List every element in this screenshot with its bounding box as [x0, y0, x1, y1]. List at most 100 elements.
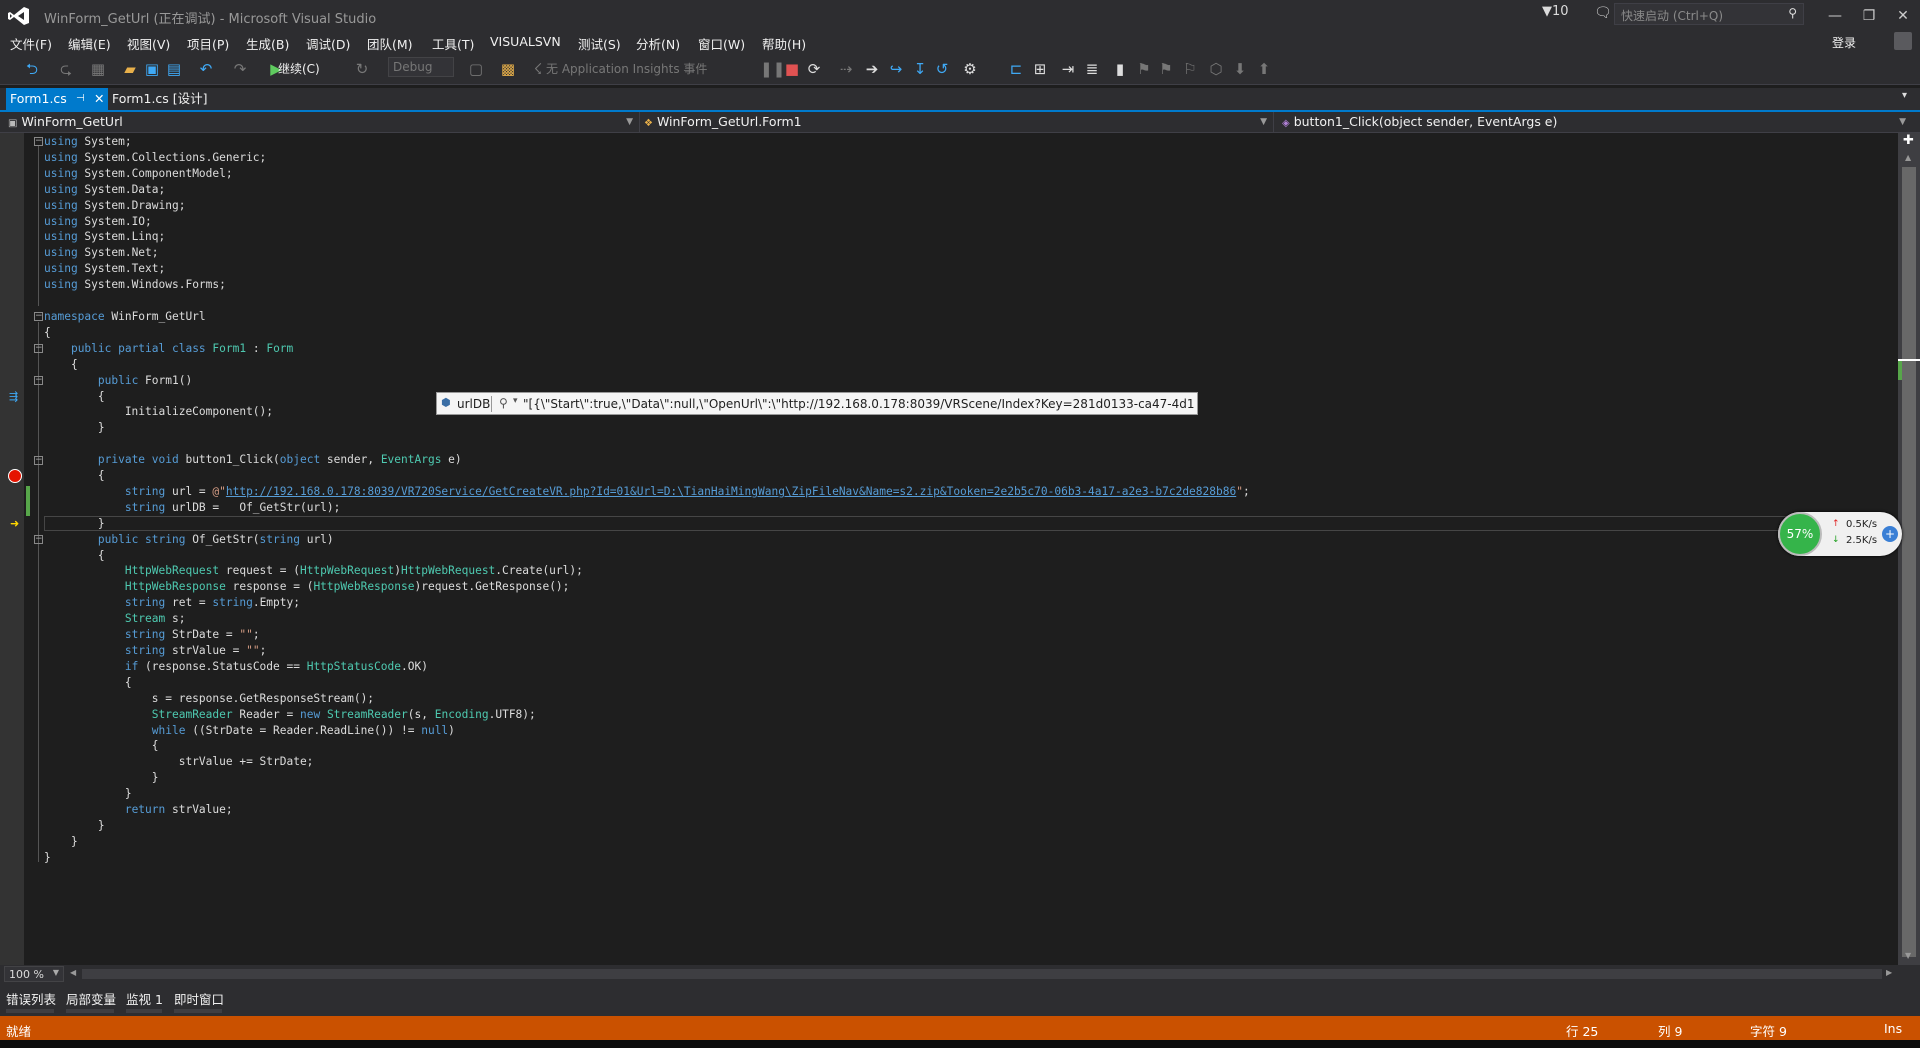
collapse-icon[interactable]: −	[34, 376, 43, 385]
open-file-icon[interactable]: ▰	[120, 60, 140, 78]
code-line[interactable]: Stream s;	[44, 611, 1250, 627]
back-icon[interactable]: ⮌	[22, 60, 42, 78]
code-line[interactable]: public string Of_GetStr(string url)	[44, 532, 1250, 548]
quick-launch-input[interactable]: 快速启动 (Ctrl+Q) ⚲	[1614, 3, 1804, 25]
sign-in-link[interactable]: 登录	[1832, 34, 1856, 51]
code-line[interactable]	[44, 436, 1250, 452]
code-line[interactable]: while ((StrDate = Reader.ReadLine()) != …	[44, 723, 1250, 739]
tab-overflow-icon[interactable]: ▾	[1902, 90, 1907, 101]
menu-build[interactable]: 生成(B)	[246, 34, 289, 53]
layout-icon[interactable]: ⊞	[1030, 60, 1050, 78]
code-line[interactable]: {	[44, 468, 1250, 484]
code-line[interactable]: using System.ComponentModel;	[44, 166, 1250, 182]
menu-visualsvn[interactable]: VISUALSVN	[490, 34, 561, 49]
minimize-button[interactable]: —	[1818, 4, 1852, 28]
save-icon[interactable]: ▣	[142, 60, 162, 78]
attach-icon[interactable]: ▢	[466, 60, 486, 78]
code-line[interactable]: {	[44, 325, 1250, 341]
step-back-icon[interactable]: ↺	[932, 60, 952, 78]
vertical-scrollbar[interactable]: ✚ ▲ ▼	[1898, 133, 1920, 965]
breakpoint-icon[interactable]	[8, 469, 22, 483]
menu-edit[interactable]: 编辑(E)	[68, 34, 111, 53]
menu-project[interactable]: 项目(P)	[187, 34, 229, 53]
project-dropdown[interactable]: ▣ WinForm_GetUrl ▼	[8, 112, 640, 132]
bookmark-icon[interactable]: ▮	[1110, 60, 1130, 78]
code-line[interactable]: }	[44, 420, 1250, 436]
menu-tools[interactable]: 工具(T)	[432, 34, 474, 53]
menu-view[interactable]: 视图(V)	[127, 34, 170, 53]
code-line[interactable]: private void button1_Click(object sender…	[44, 452, 1250, 468]
scroll-up-icon[interactable]: ▲	[1905, 153, 1911, 162]
continue-button[interactable]: 继续(C)	[278, 60, 320, 77]
scroll-right-icon[interactable]: ▶	[1886, 968, 1892, 977]
code-line[interactable]: string ret = string.Empty;	[44, 595, 1250, 611]
menu-analyze[interactable]: 分析(N)	[636, 34, 680, 53]
refresh-icon[interactable]: ↻	[352, 60, 372, 78]
code-line[interactable]: s = response.GetResponseStream();	[44, 691, 1250, 707]
menu-team[interactable]: 团队(M)	[367, 34, 413, 53]
collapse-icon[interactable]: −	[34, 312, 43, 321]
code-line[interactable]: public Form1()	[44, 373, 1250, 389]
menu-window[interactable]: 窗口(W)	[698, 34, 745, 53]
code-line[interactable]: using System.IO;	[44, 214, 1250, 230]
code-line[interactable]: return strValue;	[44, 802, 1250, 818]
save-all-icon[interactable]: ▤	[164, 60, 184, 78]
clear-bookmarks-icon[interactable]: ⚐	[1180, 60, 1200, 78]
format-icon[interactable]: ⊏	[1006, 60, 1026, 78]
code-line[interactable]	[44, 293, 1250, 309]
close-window-button[interactable]: ✕	[1886, 4, 1920, 28]
scroll-left-icon[interactable]: ◀	[70, 968, 76, 977]
network-speed-widget[interactable]: 57% ↑ 0.5K/s ↓ 2.5K/s +	[1778, 512, 1902, 556]
datatip-value[interactable]: "[{\"Start\":true,\"Data\":null,\"OpenUr…	[523, 397, 1195, 411]
tab-locals[interactable]: 局部变量	[66, 989, 116, 1007]
stop-icon[interactable]: ■	[782, 60, 802, 78]
code-line[interactable]: using System;	[44, 134, 1250, 150]
code-line[interactable]: {	[44, 548, 1250, 564]
visualizer-dropdown-icon[interactable]: ▾	[513, 396, 518, 406]
code-line[interactable]: string strValue = "";	[44, 643, 1250, 659]
pause-icon[interactable]: ❚❚	[760, 60, 785, 78]
scrollbar-thumb[interactable]	[1902, 167, 1916, 957]
svn-commit-icon[interactable]: ⬆	[1254, 60, 1274, 78]
code-line[interactable]: }	[44, 770, 1250, 786]
collapse-icon[interactable]: −	[34, 344, 43, 353]
code-line[interactable]: using System.Collections.Generic;	[44, 150, 1250, 166]
tab-form1-designer[interactable]: Form1.cs [设计]	[112, 88, 222, 110]
code-line[interactable]: StreamReader Reader = new StreamReader(s…	[44, 707, 1250, 723]
svn-update-icon[interactable]: ⬇	[1230, 60, 1250, 78]
code-line[interactable]: string StrDate = "";	[44, 627, 1250, 643]
horizontal-scrollbar[interactable]	[82, 969, 1882, 979]
tab-immediate-window[interactable]: 即时窗口	[174, 989, 224, 1007]
zoom-dropdown[interactable]: 100 % ▼	[4, 966, 64, 982]
tab-watch-1[interactable]: 监视 1	[126, 989, 163, 1007]
datatip[interactable]: ⬢ urlDB ⚲ ▾ "[{\"Start\":true,\"Data\":n…	[436, 392, 1198, 415]
restore-button[interactable]: ❐	[1852, 4, 1886, 28]
step-out-icon[interactable]: ↧	[910, 60, 930, 78]
collapse-icon[interactable]: −	[34, 535, 43, 544]
menu-help[interactable]: 帮助(H)	[762, 34, 806, 53]
menu-test[interactable]: 测试(S)	[578, 34, 621, 53]
new-project-icon[interactable]: ▦	[88, 60, 108, 78]
magnifier-icon[interactable]: ⚲	[499, 396, 508, 410]
account-icon[interactable]	[1894, 32, 1912, 50]
step-into-icon[interactable]: ➔	[862, 60, 882, 78]
solution-configuration-select[interactable]: Debug	[388, 57, 454, 77]
scroll-down-icon[interactable]: ▼	[1905, 951, 1911, 960]
restart-icon[interactable]: ⟳	[804, 60, 824, 78]
boost-plus-icon[interactable]: +	[1882, 526, 1898, 542]
collapse-icon[interactable]: −	[34, 137, 43, 146]
step-over-icon[interactable]: ↪	[886, 60, 906, 78]
feedback-icon[interactable]: 🗨	[1594, 5, 1612, 21]
code-line[interactable]: using System.Drawing;	[44, 198, 1250, 214]
code-line[interactable]: {	[44, 357, 1250, 373]
code-line[interactable]: {	[44, 675, 1250, 691]
next-bookmark-icon[interactable]: ⚑	[1156, 60, 1176, 78]
code-line[interactable]: HttpWebResponse response = (HttpWebRespo…	[44, 579, 1250, 595]
code-line[interactable]: using System.Text;	[44, 261, 1250, 277]
prev-bookmark-icon[interactable]: ⚑	[1134, 60, 1154, 78]
indicator-margin[interactable]	[0, 133, 24, 965]
menu-debug[interactable]: 调试(D)	[306, 34, 350, 53]
code-line[interactable]: using System.Windows.Forms;	[44, 277, 1250, 293]
code-line[interactable]: }	[44, 516, 1250, 532]
forward-icon[interactable]: ⮎	[56, 60, 76, 78]
